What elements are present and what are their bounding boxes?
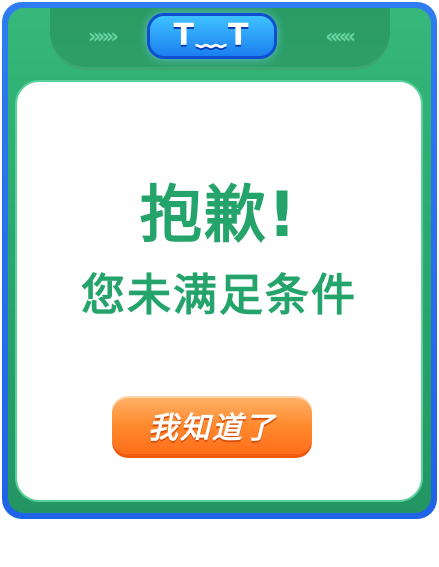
dialog-message: 您未满足条件 <box>81 270 357 321</box>
chevron-right-decoration-icon: »»» <box>88 24 119 48</box>
acknowledge-button[interactable]: 我知道了 <box>112 396 312 454</box>
chevron-left-decoration-icon: ««« <box>325 24 356 48</box>
acknowledge-button-label: 我知道了 <box>148 411 276 446</box>
modal-header: »»» T﹏T ««« <box>50 8 390 70</box>
dialog-title: 抱歉! <box>139 178 299 251</box>
content-card: 抱歉! 您未满足条件 我知道了 <box>17 82 421 500</box>
modal-body: »»» T﹏T ««« 抱歉! 您未满足条件 我知道了 <box>8 8 431 513</box>
stage: »»» T﹏T ««« 抱歉! 您未满足条件 我知道了 <box>0 0 439 567</box>
crying-emoticon-badge: T﹏T <box>150 16 274 56</box>
crying-emoticon-icon: T﹏T <box>173 18 251 53</box>
modal-dialog: »»» T﹏T ««« 抱歉! 您未满足条件 我知道了 <box>2 2 437 519</box>
